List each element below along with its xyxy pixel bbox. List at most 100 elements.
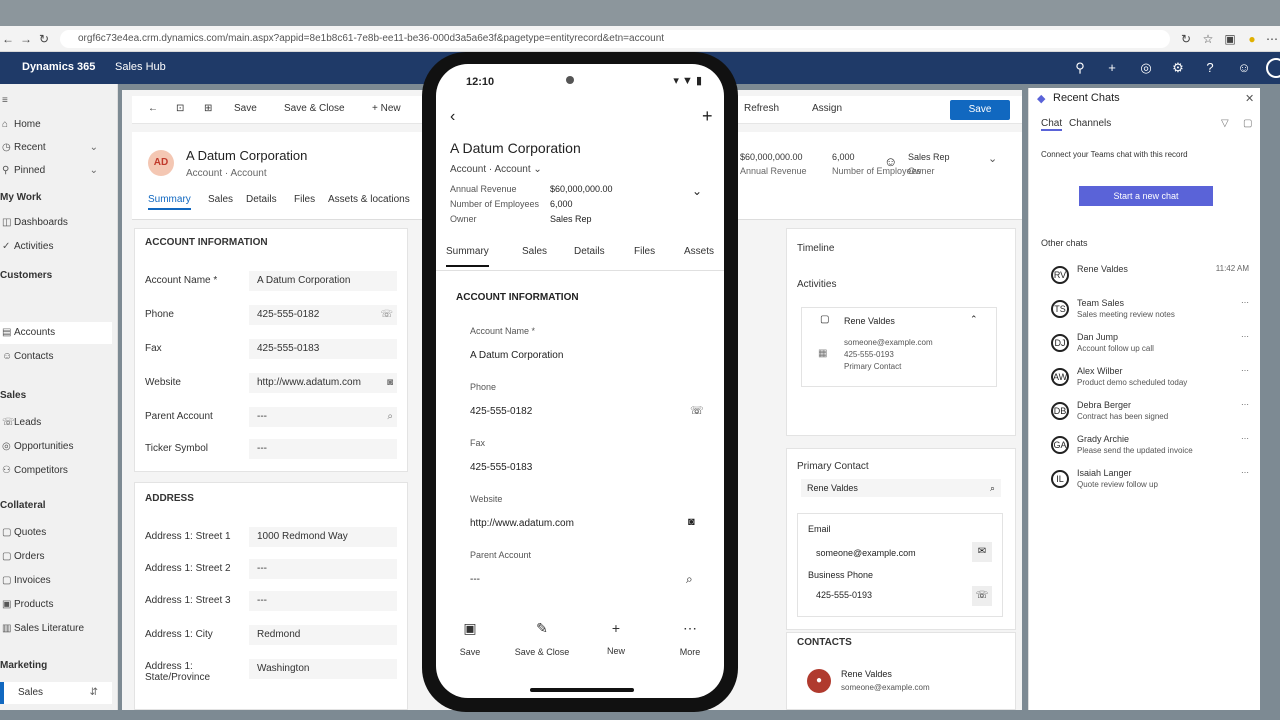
mobile-nav-more[interactable]: ⋯ More [660,620,720,657]
app-name[interactable]: Dynamics 365 [22,61,95,73]
sidebar-item-sales-literature[interactable]: ▥ Sales Literature [0,618,112,640]
mobile-tab-summary[interactable]: Summary [446,246,489,267]
chat-item[interactable]: DB Debra Berger Contract has been signed ⋯ [1051,400,1251,430]
close-icon[interactable]: ✕ [1245,92,1254,105]
sidebar-item-competitors[interactable]: ⚇ Competitors [0,460,112,482]
save-button[interactable]: Save [950,100,1010,120]
chat-item[interactable]: GA Grady Archie Please send the updated in… [1051,434,1251,464]
contact-checkbox-icon[interactable]: ▢ [820,314,829,325]
tab-chat[interactable]: Chat [1041,118,1063,131]
record-subtitle[interactable]: Account · Account [186,168,267,179]
website-field[interactable]: http://www.adatum.com ◙ [249,373,397,393]
plus-icon[interactable]: + [1104,60,1120,76]
help-icon[interactable]: ? [1202,60,1218,76]
primary-contact-lookup[interactable]: Rene Valdes ⌕ [801,479,1001,497]
tab-details[interactable]: Details [246,194,277,205]
popout-icon[interactable]: ▢ [1243,118,1252,129]
sidebar-item-quotes[interactable]: ▢ Quotes [0,522,112,544]
tab-summary[interactable]: Summary [148,194,191,210]
other-chats-label[interactable]: Other chats [1041,238,1088,248]
cmd-back[interactable]: ← [148,103,158,114]
street3-field[interactable]: --- [249,591,397,611]
sidebar-item-menu[interactable]: ≡ [0,90,112,112]
tab-sales[interactable]: Sales [208,194,233,205]
street2-field[interactable]: --- [249,559,397,579]
street1-field[interactable]: 1000 Redmond Way [249,527,397,547]
more-icon[interactable]: ⋯ [1241,332,1249,341]
chat-item[interactable]: AW Alex Wilber Product demo scheduled toda… [1051,366,1251,396]
contact-name[interactable]: Rene Valdes [841,669,892,679]
profile-icon[interactable]: ● [1244,31,1260,47]
phone-icon[interactable]: ☏ [972,586,992,606]
parent-account-field[interactable]: --- ⌕ [249,407,397,427]
more-icon[interactable]: ⋯ [1241,366,1249,375]
favorite-icon[interactable]: ☆ [1200,31,1216,47]
mobile-fax[interactable]: 425-555-0183 [470,462,532,473]
cmd-newwindow[interactable]: ⊞ [204,103,212,114]
browser-refresh-icon[interactable]: ↻ [1178,31,1194,47]
phone-icon[interactable]: ☏ [690,404,704,417]
mobile-tab-sales[interactable]: Sales [522,246,547,257]
mobile-nav-save[interactable]: ▣ Save [440,620,500,657]
mobile-record-subtitle[interactable]: Account · Account ⌄ [450,164,542,175]
app-area[interactable]: Sales Hub [115,61,166,73]
more-icon[interactable]: ⋯ [1241,434,1249,443]
cmd-form[interactable]: ⊡ [176,103,184,114]
sidebar-item-home[interactable]: ⌂ Home [0,114,112,136]
tab-channels[interactable]: Channels [1069,118,1111,129]
phone-field[interactable]: 425-555-0182 ☏ [249,305,397,325]
tab-assets[interactable]: Assets & locations [328,194,410,205]
mobile-nav-save-close[interactable]: ✎ Save & Close [512,620,572,657]
cmd-assign[interactable]: Assign [812,103,842,114]
mobile-tab-details[interactable]: Details [574,246,605,257]
email-icon[interactable]: ✉ [972,542,992,562]
sidebar-item-orders[interactable]: ▢ Orders [0,546,112,568]
selected-contact-card[interactable]: ▢ Rene Valdes ⌃ ▦ someone@example.com 42… [801,307,997,387]
account-name-field[interactable]: A Datum Corporation [249,271,397,291]
more-icon[interactable]: ⋯ [1241,298,1249,307]
header-owner-value[interactable]: Sales Rep [908,152,950,162]
sidebar-item-recent[interactable]: ◷ Recent ⌄ [0,137,112,159]
sidebar-item-accounts[interactable]: ▤ Accounts [0,322,112,344]
chat-item[interactable]: RV Rene Valdes 11:42 AM [1051,264,1251,294]
mobile-parent-account[interactable]: --- [470,574,480,585]
chat-item[interactable]: TS Team Sales Sales meeting review notes ⋯ [1051,298,1251,328]
mobile-website[interactable]: http://www.adatum.com [470,518,574,529]
phone-value[interactable]: 425-555-0193 [816,590,872,600]
sidebar-item-leads[interactable]: ☏ Leads [0,412,112,434]
city-field[interactable]: Redmond [249,625,397,645]
email-value[interactable]: someone@example.com [816,548,916,558]
state-field[interactable]: Washington [249,659,397,679]
chat-item[interactable]: IL Isaiah Langer Quote review follow up ⋯ [1051,468,1251,498]
tab-files[interactable]: Files [294,194,315,205]
more-icon[interactable]: ⋯ [1241,400,1249,409]
refresh-icon[interactable]: ↻ [36,31,52,47]
mobile-back-icon[interactable]: ‹ [450,108,455,126]
mobile-tab-files[interactable]: Files [634,246,655,257]
sidebar-item-activities[interactable]: ✓ Activities [0,236,112,258]
cmd-save-close[interactable]: Save & Close [284,103,345,114]
cmd-new[interactable]: + New [372,103,401,114]
feedback-icon[interactable]: ☺ [1236,60,1252,76]
fax-field[interactable]: 425-555-0183 [249,339,397,359]
mobile-account-name[interactable]: A Datum Corporation [470,350,563,361]
mobile-nav-new[interactable]: + New [586,620,646,656]
cmd-refresh[interactable]: Refresh [744,103,779,114]
globe-icon[interactable]: ◙ [688,516,695,528]
globe-icon[interactable]: ◙ [387,373,393,393]
chat-item[interactable]: DJ Dan Jump Account follow up call ⋯ [1051,332,1251,362]
browser-menu-icon[interactable]: ⋯ [1264,31,1280,47]
back-icon[interactable]: ← [0,31,16,47]
forward-icon[interactable]: → [18,31,34,47]
phone-icon[interactable]: ☏ [380,305,393,325]
ticker-field[interactable]: --- [249,439,397,459]
filter-icon[interactable]: ▽ [1221,118,1229,129]
mobile-add-icon[interactable]: + [702,106,713,127]
mobile-tab-assets[interactable]: Assets [684,246,714,257]
settings-icon[interactable]: ⚙ [1170,60,1186,76]
mobile-expand-icon[interactable]: ⌄ [692,184,702,198]
search-icon[interactable]: ⌕ [686,572,693,587]
search-icon[interactable]: ⌕ [387,407,393,427]
user-avatar[interactable] [1266,58,1280,78]
collections-icon[interactable]: ▣ [1222,31,1238,47]
